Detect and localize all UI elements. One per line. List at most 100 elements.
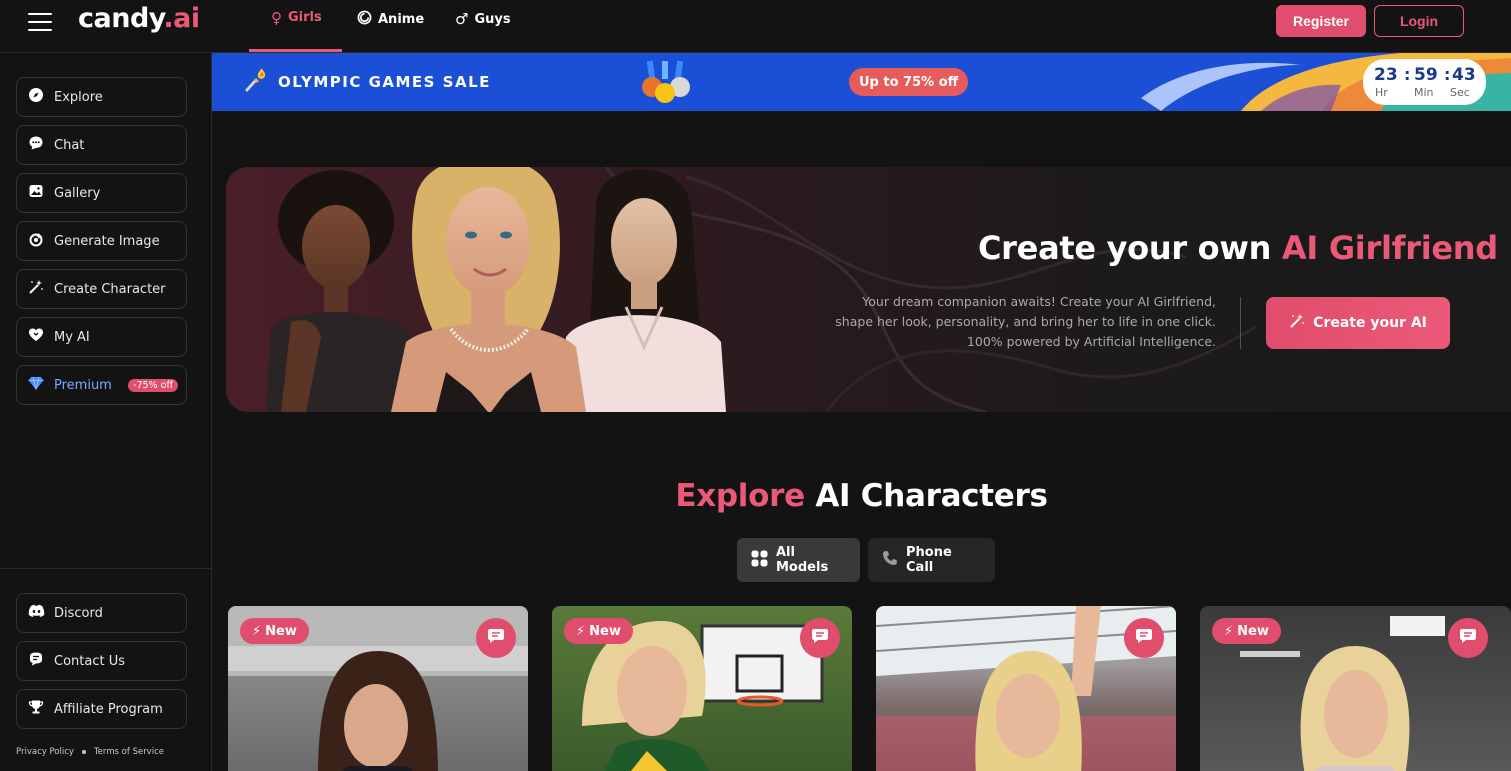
- top-bar: candy.ai ♀ Girls Anime ♂ Guys Register Log…: [0, 0, 1511, 53]
- tab-anime-label: Anime: [378, 11, 425, 27]
- trophy-icon: [27, 699, 45, 719]
- hero-title-accent: AI Girlfriend: [1281, 229, 1498, 267]
- grid-icon: [751, 550, 768, 571]
- new-badge-label: New: [1237, 623, 1269, 639]
- sidebar-item-my-ai[interactable]: My AI: [16, 317, 187, 357]
- sidebar-item-explore[interactable]: Explore: [16, 77, 187, 117]
- hero-banner: Create your own AI Girlfriend Your dream…: [226, 167, 1511, 412]
- explore-title-accent: Explore: [675, 478, 805, 514]
- chat-icon: [1459, 627, 1477, 649]
- magic-wand-icon: [27, 279, 45, 299]
- timer-seconds: 43: [1452, 65, 1476, 85]
- sidebar-item-generate-image[interactable]: Generate Image: [16, 221, 187, 261]
- contact-icon: [27, 651, 45, 671]
- footer-links: Privacy Policy Terms of Service: [16, 747, 164, 757]
- filter-label: All Models: [776, 545, 829, 575]
- tab-guys[interactable]: ♂ Guys: [433, 0, 533, 52]
- sidebar-item-contact-us[interactable]: Contact Us: [16, 641, 187, 681]
- new-badge: ⚡ New: [240, 618, 309, 644]
- new-badge-label: New: [589, 623, 621, 639]
- new-badge: ⚡ New: [1212, 618, 1281, 644]
- hero-separator: [1240, 297, 1241, 349]
- login-button[interactable]: Login: [1374, 5, 1464, 37]
- sidebar-item-label: Explore: [54, 89, 103, 105]
- create-your-ai-button[interactable]: Create your AI: [1266, 297, 1450, 349]
- chat-button[interactable]: [800, 618, 840, 658]
- filter-phone-call[interactable]: Phone Call: [868, 538, 995, 582]
- chat-button[interactable]: [1124, 618, 1164, 658]
- timer-seconds-label: Sec: [1450, 86, 1470, 99]
- sidebar-divider: [0, 568, 211, 569]
- sidebar-item-affiliate-program[interactable]: Affiliate Program: [16, 689, 187, 729]
- chat-icon: [487, 627, 505, 649]
- countdown-timer: 23 : 59 : 43 Hr Min Sec: [1363, 59, 1486, 105]
- male-icon: ♂: [455, 10, 469, 28]
- tab-girls[interactable]: ♀ Girls: [249, 0, 342, 52]
- hero-title: Create your own AI Girlfriend: [978, 229, 1498, 267]
- sidebar-item-label: Contact Us: [54, 653, 125, 669]
- sidebar-item-label: Gallery: [54, 185, 101, 201]
- magic-wand-icon: [1289, 313, 1305, 333]
- heart-icon: [27, 327, 45, 347]
- filter-all-models[interactable]: All Models: [737, 538, 860, 582]
- character-card[interactable]: [876, 606, 1176, 771]
- sidebar-item-create-character[interactable]: Create Character: [16, 269, 187, 309]
- chat-icon: [27, 135, 45, 155]
- sidebar-item-discord[interactable]: Discord: [16, 593, 187, 633]
- sidebar-item-label: My AI: [54, 329, 90, 345]
- explore-title-main: AI Characters: [804, 478, 1048, 514]
- tab-girls-label: Girls: [288, 10, 322, 25]
- sidebar-item-label: Create Character: [54, 281, 166, 297]
- sidebar-item-premium[interactable]: Premium -75% off: [16, 365, 187, 405]
- register-button[interactable]: Register: [1276, 5, 1366, 37]
- logo-accent: .ai: [163, 3, 200, 34]
- timer-hours: 23: [1374, 65, 1398, 85]
- terms-of-service-link[interactable]: Terms of Service: [94, 747, 164, 757]
- character-card[interactable]: ⚡ New: [228, 606, 528, 771]
- timer-colon: :: [1444, 65, 1451, 84]
- chat-icon: [811, 627, 829, 649]
- sidebar: Explore Chat Gallery Generate Image Crea…: [0, 53, 212, 771]
- sale-title: OLYMPIC GAMES SALE: [278, 73, 491, 91]
- lightning-icon: ⚡: [1224, 623, 1234, 639]
- medals-icon: [640, 60, 692, 103]
- explore-title: Explore AI Characters: [212, 478, 1511, 514]
- discord-icon: [27, 604, 45, 622]
- anime-icon: [357, 10, 372, 29]
- hero-characters-image: [266, 167, 726, 412]
- logo[interactable]: candy.ai: [78, 3, 200, 34]
- timer-colon: :: [1404, 65, 1411, 84]
- sale-banner[interactable]: OLYMPIC GAMES SALE Up to 75% off 23 : 59…: [212, 53, 1511, 111]
- lightning-icon: ⚡: [252, 623, 262, 639]
- discount-pill: Up to 75% off: [849, 68, 969, 96]
- hero-title-main: Create your own: [978, 229, 1282, 267]
- generate-image-icon: [27, 231, 45, 251]
- timer-minutes-label: Min: [1414, 86, 1434, 99]
- hero-description: Your dream companion awaits! Create your…: [835, 294, 1216, 349]
- compass-icon: [27, 87, 45, 107]
- sidebar-item-label: Generate Image: [54, 233, 160, 249]
- chat-button[interactable]: [476, 618, 516, 658]
- lightning-icon: ⚡: [576, 623, 586, 639]
- new-badge-label: New: [265, 623, 297, 639]
- timer-hours-label: Hr: [1375, 86, 1388, 99]
- sidebar-item-label: Affiliate Program: [54, 701, 163, 717]
- chat-button[interactable]: [1448, 618, 1488, 658]
- phone-icon: [882, 550, 898, 570]
- character-card[interactable]: ⚡ New: [1200, 606, 1511, 771]
- sidebar-item-gallery[interactable]: Gallery: [16, 173, 187, 213]
- diamond-icon: [27, 375, 45, 395]
- menu-icon[interactable]: [28, 13, 52, 31]
- gallery-icon: [27, 183, 45, 203]
- sidebar-item-label: Premium: [54, 377, 112, 393]
- privacy-policy-link[interactable]: Privacy Policy: [16, 747, 74, 757]
- character-card[interactable]: ⚡ New: [552, 606, 852, 771]
- tab-anime[interactable]: Anime: [335, 0, 446, 52]
- filter-label: Phone Call: [906, 545, 952, 575]
- separator-dot: [81, 750, 86, 754]
- logo-main: candy: [78, 3, 164, 34]
- torch-icon: [242, 67, 268, 99]
- sidebar-item-label: Chat: [54, 137, 85, 153]
- sidebar-item-chat[interactable]: Chat: [16, 125, 187, 165]
- female-icon: ♀: [271, 8, 282, 27]
